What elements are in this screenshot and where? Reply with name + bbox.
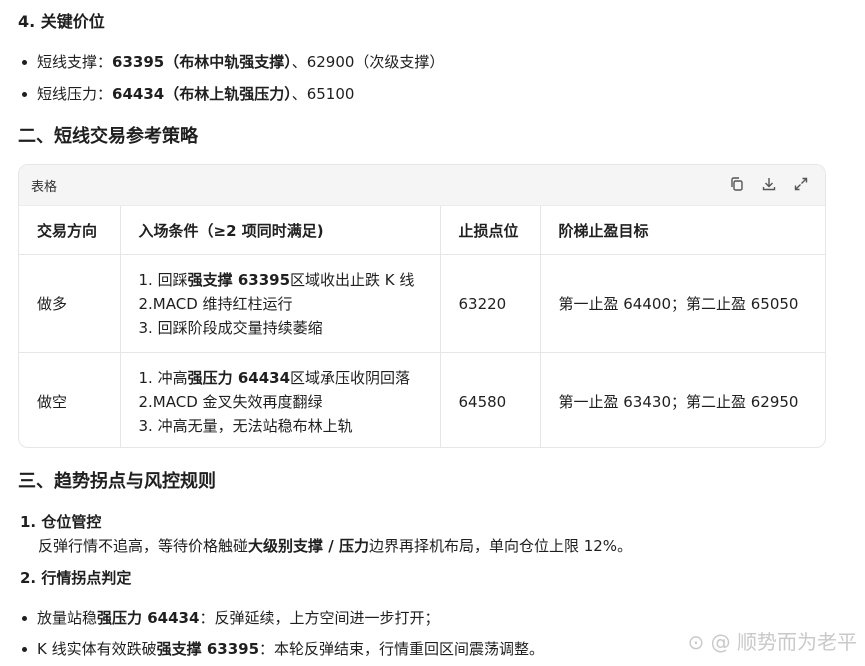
- cell-take-profit: 第一止盈 63430；第二止盈 62950: [558, 393, 799, 411]
- bullet-icon: [22, 647, 27, 652]
- header-take-profit: 阶梯止盈目标: [540, 206, 825, 255]
- rule-title-turning-point: 2. 行情拐点判定: [20, 569, 132, 587]
- cell-direction: 做多: [19, 254, 121, 353]
- list-item-turning-up: 放量站稳强压力 64434：反弹延续，上方空间进一步打开；: [22, 607, 439, 628]
- table-row: 做多 1. 回踩强支撑 63395区域收出止跌 K 线 2.MACD 维持红柱运…: [19, 254, 825, 353]
- condition-line: 1. 冲高强压力 64434区域承压收阴回落: [138, 368, 411, 387]
- support-label: 短线支撑：: [37, 53, 113, 71]
- bullet-icon: [22, 60, 27, 65]
- section-heading-strategy: 二、短线交易参考策略: [18, 126, 198, 147]
- support-strong: 63395（布林中轨强支撑）: [112, 53, 292, 71]
- condition-line: 2.MACD 金叉失效再度翻绿: [138, 392, 323, 411]
- section-heading-risk-rules: 三、趋势拐点与风控规则: [18, 471, 216, 492]
- header-direction: 交易方向: [19, 206, 121, 255]
- rule-text-position: 反弹行情不追高，等待价格触碰大级别支撑 / 压力边界再择机布局，单向仓位上限 1…: [38, 537, 633, 555]
- condition-line: 1. 回踩强支撑 63395区域收出止跌 K 线: [138, 270, 415, 289]
- cell-take-profit: 第一止盈 64400；第二止盈 65050: [540, 254, 825, 353]
- resistance-rest: 、65100: [291, 85, 355, 103]
- watermark: ⊙ @ 顺势而为老平: [687, 630, 857, 654]
- strategy-table-card: 表格 交易方向 入场条件（≥2 项同时满足) 止损点位 阶梯止盈目标 做多 1.…: [18, 164, 826, 448]
- table-caption: 表格: [31, 180, 58, 195]
- cell-stop-loss: 63220: [440, 254, 541, 353]
- header-stop-loss: 止损点位: [440, 206, 541, 255]
- strategy-table: 交易方向 入场条件（≥2 项同时满足) 止损点位 阶梯止盈目标 做多 1. 回踩…: [19, 206, 825, 447]
- section-heading-key-levels: 4. 关键价位: [18, 12, 105, 31]
- list-item-turning-down: K 线实体有效跌破强支撑 63395：本轮反弹结束，行情重回区间震荡调整。: [22, 638, 544, 659]
- resistance-label: 短线压力：: [37, 85, 113, 103]
- condition-line: 2.MACD 维持红柱运行: [138, 294, 293, 313]
- bullet-icon: [22, 92, 27, 97]
- cell-conditions: 1. 回踩强支撑 63395区域收出止跌 K 线 2.MACD 维持红柱运行 3…: [120, 254, 441, 353]
- condition-line: 3. 回踩阶段成交量持续萎缩: [138, 318, 323, 337]
- expand-icon[interactable]: [793, 176, 809, 192]
- download-icon[interactable]: [761, 176, 777, 192]
- condition-line: 3. 冲高无量，无法站稳布林上轨: [138, 416, 353, 435]
- list-item-support: 短线支撑：63395（布林中轨强支撑）、62900（次级支撑）: [22, 51, 444, 72]
- table-card-header: 表格: [19, 165, 825, 206]
- rule-title-position: 1. 仓位管控: [20, 513, 102, 531]
- support-rest: 、62900（次级支撑）: [291, 53, 445, 71]
- list-item-resistance: 短线压力：64434（布林上轨强压力）、65100: [22, 83, 354, 104]
- resistance-strong: 64434（布林上轨强压力）: [112, 85, 292, 103]
- cell-stop-loss: 64580: [440, 352, 541, 447]
- table-header-row: 交易方向 入场条件（≥2 项同时满足) 止损点位 阶梯止盈目标: [19, 206, 825, 255]
- header-entry-conditions: 入场条件（≥2 项同时满足): [120, 206, 441, 255]
- bullet-icon: [22, 616, 27, 621]
- cell-conditions: 1. 冲高强压力 64434区域承压收阴回落 2.MACD 金叉失效再度翻绿 3…: [120, 352, 441, 447]
- copy-icon[interactable]: [729, 176, 745, 192]
- table-row: 做空 1. 冲高强压力 64434区域承压收阴回落 2.MACD 金叉失效再度翻…: [19, 352, 825, 447]
- cell-direction: 做空: [19, 352, 121, 447]
